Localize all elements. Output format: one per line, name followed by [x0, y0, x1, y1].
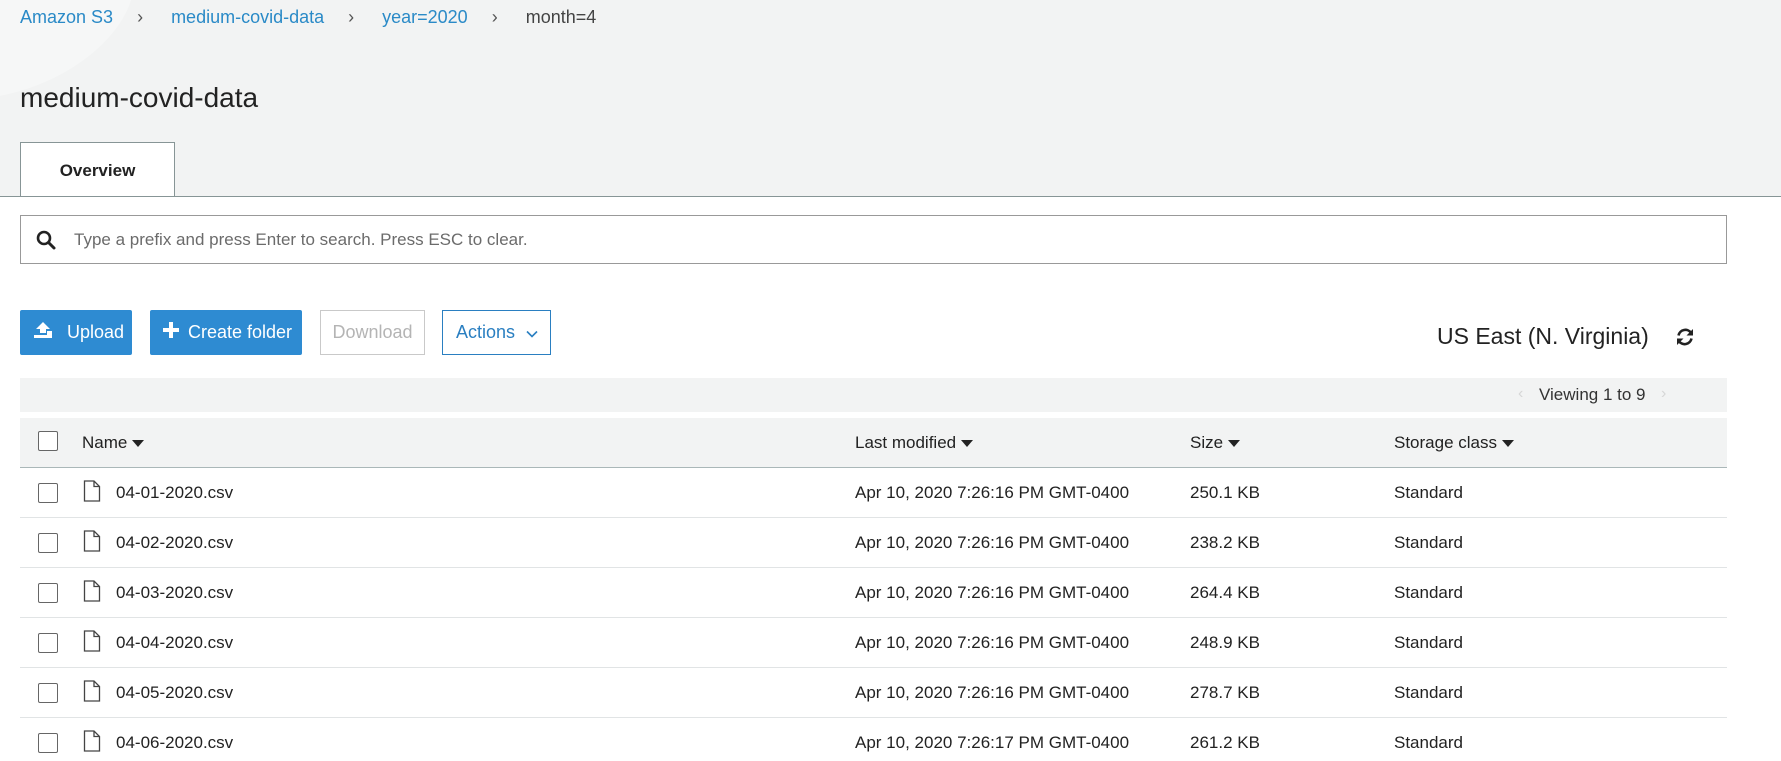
table-row[interactable]: 04-03-2020.csv Apr 10, 2020 7:26:16 PM G… — [20, 568, 1727, 618]
select-all-checkbox[interactable] — [38, 431, 58, 451]
storage-class-cell: Standard — [1394, 683, 1463, 702]
row-checkbox[interactable] — [38, 633, 58, 653]
file-name-link[interactable]: 04-05-2020.csv — [116, 683, 233, 703]
storage-class-cell: Standard — [1394, 533, 1463, 552]
size-cell: 264.4 KB — [1190, 583, 1260, 602]
pagination-status: Viewing 1 to 9 — [1539, 385, 1646, 404]
last-modified-cell: Apr 10, 2020 7:26:16 PM GMT-0400 — [855, 683, 1130, 702]
storage-class-cell: Standard — [1394, 483, 1463, 502]
size-cell: 250.1 KB — [1190, 483, 1260, 502]
column-header-label: Name — [82, 433, 128, 452]
last-modified-cell: Apr 10, 2020 7:26:16 PM GMT-0400 — [855, 633, 1130, 652]
sort-caret-icon — [1228, 440, 1241, 447]
breadcrumb-separator-icon: › — [348, 6, 355, 27]
region-label: US East (N. Virginia) — [1437, 323, 1649, 349]
upload-icon — [32, 320, 54, 345]
sort-caret-icon — [132, 440, 145, 447]
download-button[interactable]: Download — [320, 310, 425, 355]
last-modified-cell: Apr 10, 2020 7:26:16 PM GMT-0400 — [855, 533, 1130, 552]
column-header-storage-class[interactable]: Storage class — [1394, 433, 1514, 453]
file-name-link[interactable]: 04-06-2020.csv — [116, 733, 233, 753]
storage-class-cell: Standard — [1394, 733, 1463, 752]
breadcrumb-separator-icon: › — [137, 6, 144, 27]
table-row[interactable]: 04-02-2020.csv Apr 10, 2020 7:26:16 PM G… — [20, 518, 1727, 568]
last-modified-cell: Apr 10, 2020 7:26:16 PM GMT-0400 — [855, 483, 1130, 502]
row-checkbox[interactable] — [38, 533, 58, 553]
row-checkbox[interactable] — [38, 733, 58, 753]
column-header-label: Storage class — [1394, 433, 1497, 452]
actions-button-label: Actions — [456, 322, 516, 342]
refresh-icon[interactable] — [1674, 326, 1696, 348]
table-row[interactable]: 04-04-2020.csv Apr 10, 2020 7:26:16 PM G… — [20, 618, 1727, 668]
chevron-down-icon — [526, 322, 538, 343]
column-header-last-modified[interactable]: Last modified — [855, 433, 974, 453]
storage-class-cell: Standard — [1394, 583, 1463, 602]
column-header-label: Size — [1190, 433, 1224, 452]
file-name-link[interactable]: 04-04-2020.csv — [116, 633, 233, 653]
row-checkbox[interactable] — [38, 683, 58, 703]
table-header: Name Last modified Size Storage class — [20, 418, 1727, 468]
breadcrumb-link-year[interactable]: year=2020 — [382, 7, 468, 28]
breadcrumb: Amazon S3 › medium-covid-data › year=202… — [20, 6, 596, 28]
last-modified-cell: Apr 10, 2020 7:26:17 PM GMT-0400 — [855, 733, 1130, 752]
table-row[interactable]: 04-01-2020.csv Apr 10, 2020 7:26:16 PM G… — [20, 468, 1727, 518]
create-folder-button-label: Create folder — [188, 322, 293, 342]
plus-icon — [163, 322, 179, 343]
size-cell: 261.2 KB — [1190, 733, 1260, 752]
actions-dropdown-button[interactable]: Actions — [442, 310, 551, 355]
pagination-bar: ‹ Viewing 1 to 9 › — [20, 378, 1727, 412]
column-header-label: Last modified — [855, 433, 957, 452]
upload-button[interactable]: Upload — [20, 310, 132, 355]
file-icon — [83, 580, 101, 602]
size-cell: 238.2 KB — [1190, 533, 1260, 552]
file-name-link[interactable]: 04-01-2020.csv — [116, 483, 233, 503]
column-header-name[interactable]: Name — [82, 433, 145, 453]
breadcrumb-link-amazon-s3[interactable]: Amazon S3 — [20, 7, 113, 28]
upload-button-label: Upload — [67, 322, 125, 342]
storage-class-cell: Standard — [1394, 633, 1463, 652]
pagination-next-icon[interactable]: › — [1661, 385, 1666, 403]
file-icon — [83, 680, 101, 702]
row-checkbox[interactable] — [38, 483, 58, 503]
last-modified-cell: Apr 10, 2020 7:26:16 PM GMT-0400 — [855, 583, 1130, 602]
sort-caret-icon — [961, 440, 974, 447]
file-name-link[interactable]: 04-03-2020.csv — [116, 583, 233, 603]
page-header: Amazon S3 › medium-covid-data › year=202… — [0, 0, 1781, 197]
size-cell: 248.9 KB — [1190, 633, 1260, 652]
breadcrumb-current: month=4 — [525, 6, 597, 27]
table-row[interactable]: 04-06-2020.csv Apr 10, 2020 7:26:17 PM G… — [20, 718, 1727, 761]
sort-caret-icon — [1502, 440, 1514, 447]
size-cell: 278.7 KB — [1190, 683, 1260, 702]
create-folder-button[interactable]: Create folder — [150, 310, 302, 355]
file-icon — [83, 730, 101, 752]
tab-overview[interactable]: Overview — [20, 142, 175, 196]
breadcrumb-link-bucket[interactable]: medium-covid-data — [171, 7, 324, 28]
search-bar — [20, 215, 1727, 264]
column-header-size[interactable]: Size — [1190, 433, 1241, 453]
search-input[interactable] — [74, 229, 1674, 250]
breadcrumb-separator-icon: › — [491, 6, 498, 27]
search-icon — [35, 229, 57, 251]
page-title: medium-covid-data — [20, 82, 259, 113]
pagination-prev-icon[interactable]: ‹ — [1518, 385, 1523, 403]
file-icon — [83, 480, 101, 502]
file-name-link[interactable]: 04-02-2020.csv — [116, 533, 233, 553]
table-row[interactable]: 04-05-2020.csv Apr 10, 2020 7:26:16 PM G… — [20, 668, 1727, 718]
file-icon — [83, 530, 101, 552]
row-checkbox[interactable] — [38, 583, 58, 603]
file-icon — [83, 630, 101, 652]
